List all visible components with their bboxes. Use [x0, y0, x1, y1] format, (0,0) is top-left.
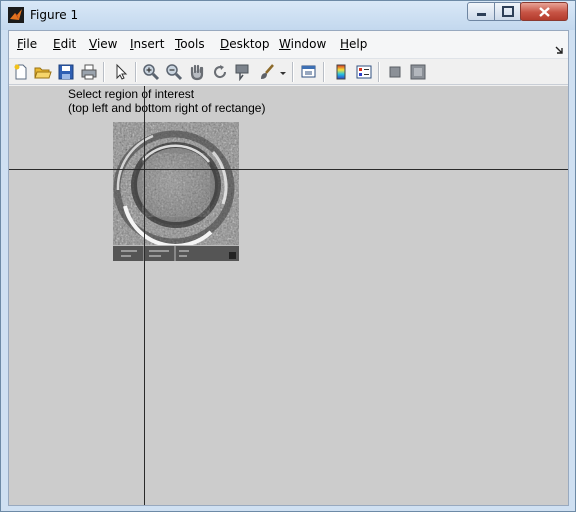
menu-insert-label: nsert: [133, 37, 165, 51]
figure-toolbar: [9, 58, 568, 85]
new-figure-icon[interactable]: [12, 63, 30, 81]
prompt-line-1: Select region of interest: [68, 87, 195, 101]
edit-plot-icon[interactable]: [112, 63, 130, 81]
figure-window: Figure 1 File Edit View Insert Tools Des…: [0, 0, 576, 512]
brush-icon[interactable]: [258, 63, 276, 81]
save-icon[interactable]: [57, 63, 75, 81]
roi-prompt-text: Select region of interest (top left and …: [68, 87, 265, 115]
show-plot-tools-icon[interactable]: [409, 63, 427, 81]
menu-help[interactable]: Help: [340, 37, 367, 51]
close-button[interactable]: [520, 2, 568, 21]
open-file-icon[interactable]: [34, 63, 52, 81]
pan-icon[interactable]: [188, 63, 206, 81]
maximize-button[interactable]: [494, 2, 521, 21]
colorbar-icon[interactable]: [332, 63, 350, 81]
menu-view-label: iew: [96, 37, 118, 51]
title-bar[interactable]: Figure 1: [1, 1, 575, 30]
menu-insert[interactable]: Insert: [130, 37, 164, 51]
zoom-in-icon[interactable]: [142, 63, 160, 81]
menu-desktop-label: esktop: [229, 37, 270, 51]
data-cursor-icon[interactable]: [234, 63, 252, 81]
menu-edit[interactable]: Edit: [53, 37, 76, 51]
menu-desktop[interactable]: Desktop: [220, 37, 270, 51]
link-plot-icon[interactable]: [300, 63, 318, 81]
menu-tools-label: ools: [180, 37, 205, 51]
window-title: Figure 1: [30, 8, 79, 22]
figure-client-area: File Edit View Insert Tools Desktop Wind…: [8, 30, 569, 506]
menu-window-label: indow: [290, 37, 327, 51]
dock-arrow-icon[interactable]: [555, 39, 564, 58]
menu-window[interactable]: Window: [279, 37, 326, 51]
print-icon[interactable]: [80, 63, 98, 81]
crosshair-horizontal: [9, 169, 568, 170]
minimize-button[interactable]: [467, 2, 495, 21]
menu-edit-label: dit: [60, 37, 77, 51]
menu-file[interactable]: File: [17, 37, 37, 51]
menu-view[interactable]: View: [89, 37, 117, 51]
prompt-line-2: (top left and bottom right of rectange): [68, 101, 266, 115]
menu-bar: File Edit View Insert Tools Desktop Wind…: [9, 31, 568, 58]
matlab-logo-icon: [8, 7, 24, 23]
legend-icon[interactable]: [355, 63, 373, 81]
crosshair-vertical: [144, 86, 145, 505]
figure-canvas[interactable]: Select region of interest (top left and …: [9, 86, 568, 505]
hide-plot-tools-icon[interactable]: [386, 63, 404, 81]
menu-help-label: elp: [349, 37, 368, 51]
brush-dropdown-icon[interactable]: [279, 63, 297, 81]
sem-micrograph-image[interactable]: [113, 122, 239, 261]
rotate-3d-icon[interactable]: [211, 63, 229, 81]
menu-tools[interactable]: Tools: [175, 37, 205, 51]
menu-file-label: ile: [23, 37, 38, 51]
zoom-out-icon[interactable]: [165, 63, 183, 81]
